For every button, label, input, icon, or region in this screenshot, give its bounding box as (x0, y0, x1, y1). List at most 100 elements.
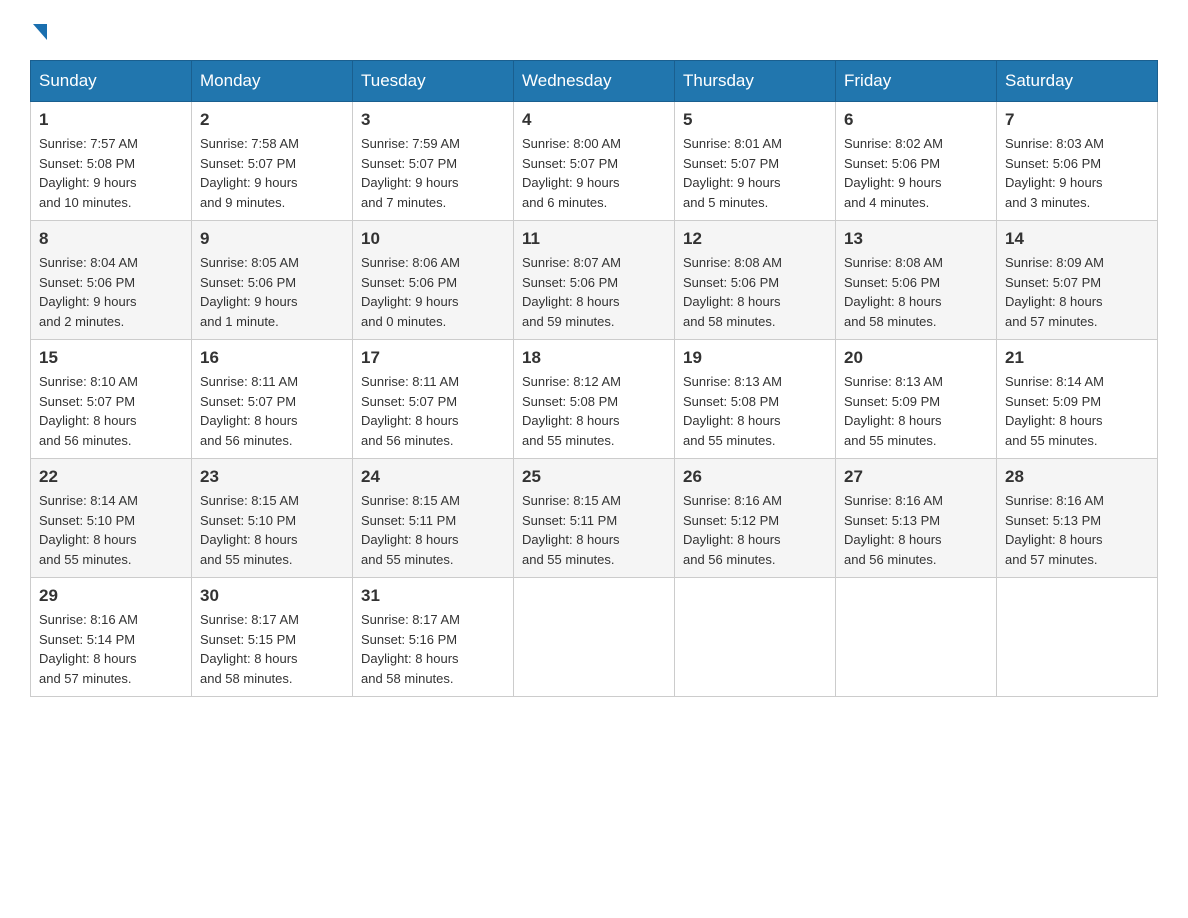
day-cell: 14 Sunrise: 8:09 AM Sunset: 5:07 PM Dayli… (997, 221, 1158, 340)
logo-icon (30, 20, 47, 40)
day-cell: 7 Sunrise: 8:03 AM Sunset: 5:06 PM Daylig… (997, 102, 1158, 221)
day-info: Sunrise: 8:04 AM Sunset: 5:06 PM Dayligh… (39, 253, 183, 331)
day-number: 22 (39, 467, 183, 487)
day-number: 30 (200, 586, 344, 606)
day-info: Sunrise: 8:16 AM Sunset: 5:13 PM Dayligh… (844, 491, 988, 569)
day-info: Sunrise: 8:03 AM Sunset: 5:06 PM Dayligh… (1005, 134, 1149, 212)
day-cell: 3Sunrise: 7:59 AM Sunset: 5:07 PM Daylig… (353, 102, 514, 221)
day-number: 10 (361, 229, 505, 249)
day-info: Sunrise: 8:16 AM Sunset: 5:13 PM Dayligh… (1005, 491, 1149, 569)
day-info: Sunrise: 8:02 AM Sunset: 5:06 PM Dayligh… (844, 134, 988, 212)
header-day-tuesday: Tuesday (353, 61, 514, 102)
day-info: Sunrise: 8:08 AM Sunset: 5:06 PM Dayligh… (844, 253, 988, 331)
day-info: Sunrise: 8:11 AM Sunset: 5:07 PM Dayligh… (200, 372, 344, 450)
day-cell: 11 Sunrise: 8:07 AM Sunset: 5:06 PM Dayli… (514, 221, 675, 340)
day-cell (514, 578, 675, 697)
day-info: Sunrise: 8:14 AM Sunset: 5:09 PM Dayligh… (1005, 372, 1149, 450)
day-cell: 25 Sunrise: 8:15 AM Sunset: 5:11 PM Dayli… (514, 459, 675, 578)
day-cell (997, 578, 1158, 697)
day-number: 12 (683, 229, 827, 249)
day-info: Sunrise: 8:09 AM Sunset: 5:07 PM Dayligh… (1005, 253, 1149, 331)
calendar-table: SundayMondayTuesdayWednesdayThursdayFrid… (30, 60, 1158, 697)
day-number: 25 (522, 467, 666, 487)
day-cell: 20Sunrise: 8:13 AM Sunset: 5:09 PM Dayli… (836, 340, 997, 459)
day-cell: 15 Sunrise: 8:10 AM Sunset: 5:07 PM Dayli… (31, 340, 192, 459)
day-number: 6 (844, 110, 988, 130)
week-row-4: 22 Sunrise: 8:14 AM Sunset: 5:10 PM Dayli… (31, 459, 1158, 578)
day-info: Sunrise: 8:14 AM Sunset: 5:10 PM Dayligh… (39, 491, 183, 569)
day-number: 3 (361, 110, 505, 130)
day-number: 14 (1005, 229, 1149, 249)
calendar-body: 1Sunrise: 7:57 AM Sunset: 5:08 PM Daylig… (31, 102, 1158, 697)
day-info: Sunrise: 8:17 AM Sunset: 5:15 PM Dayligh… (200, 610, 344, 688)
day-info: Sunrise: 8:00 AM Sunset: 5:07 PM Dayligh… (522, 134, 666, 212)
day-info: Sunrise: 8:16 AM Sunset: 5:12 PM Dayligh… (683, 491, 827, 569)
day-cell: 2Sunrise: 7:58 AM Sunset: 5:07 PM Daylig… (192, 102, 353, 221)
day-number: 23 (200, 467, 344, 487)
day-number: 15 (39, 348, 183, 368)
day-info: Sunrise: 8:15 AM Sunset: 5:11 PM Dayligh… (522, 491, 666, 569)
day-number: 27 (844, 467, 988, 487)
day-info: Sunrise: 8:01 AM Sunset: 5:07 PM Dayligh… (683, 134, 827, 212)
day-cell: 5Sunrise: 8:01 AM Sunset: 5:07 PM Daylig… (675, 102, 836, 221)
day-cell: 18 Sunrise: 8:12 AM Sunset: 5:08 PM Dayli… (514, 340, 675, 459)
header-day-friday: Friday (836, 61, 997, 102)
day-info: Sunrise: 8:17 AM Sunset: 5:16 PM Dayligh… (361, 610, 505, 688)
header-day-monday: Monday (192, 61, 353, 102)
day-cell: 23 Sunrise: 8:15 AM Sunset: 5:10 PM Dayli… (192, 459, 353, 578)
day-info: Sunrise: 8:15 AM Sunset: 5:11 PM Dayligh… (361, 491, 505, 569)
day-number: 28 (1005, 467, 1149, 487)
day-info: Sunrise: 8:10 AM Sunset: 5:07 PM Dayligh… (39, 372, 183, 450)
day-cell: 10 Sunrise: 8:06 AM Sunset: 5:06 PM Dayli… (353, 221, 514, 340)
header-day-thursday: Thursday (675, 61, 836, 102)
day-cell: 9 Sunrise: 8:05 AM Sunset: 5:06 PM Daylig… (192, 221, 353, 340)
day-cell: 19 Sunrise: 8:13 AM Sunset: 5:08 PM Dayli… (675, 340, 836, 459)
day-info: Sunrise: 8:13 AM Sunset: 5:08 PM Dayligh… (683, 372, 827, 450)
day-info: Sunrise: 8:13 AM Sunset: 5:09 PM Dayligh… (844, 372, 988, 450)
day-number: 13 (844, 229, 988, 249)
week-row-3: 15 Sunrise: 8:10 AM Sunset: 5:07 PM Dayli… (31, 340, 1158, 459)
day-number: 29 (39, 586, 183, 606)
day-info: Sunrise: 8:05 AM Sunset: 5:06 PM Dayligh… (200, 253, 344, 331)
day-cell: 1Sunrise: 7:57 AM Sunset: 5:08 PM Daylig… (31, 102, 192, 221)
day-number: 9 (200, 229, 344, 249)
day-number: 19 (683, 348, 827, 368)
day-cell (675, 578, 836, 697)
day-info: Sunrise: 8:06 AM Sunset: 5:06 PM Dayligh… (361, 253, 505, 331)
day-number: 11 (522, 229, 666, 249)
page-header (30, 20, 1158, 40)
day-number: 18 (522, 348, 666, 368)
day-number: 31 (361, 586, 505, 606)
day-cell (836, 578, 997, 697)
day-info: Sunrise: 8:07 AM Sunset: 5:06 PM Dayligh… (522, 253, 666, 331)
week-row-2: 8 Sunrise: 8:04 AM Sunset: 5:06 PM Daylig… (31, 221, 1158, 340)
week-row-1: 1Sunrise: 7:57 AM Sunset: 5:08 PM Daylig… (31, 102, 1158, 221)
day-info: Sunrise: 8:15 AM Sunset: 5:10 PM Dayligh… (200, 491, 344, 569)
day-number: 21 (1005, 348, 1149, 368)
header-day-saturday: Saturday (997, 61, 1158, 102)
logo-arrow-icon (33, 24, 47, 40)
header-day-wednesday: Wednesday (514, 61, 675, 102)
day-number: 7 (1005, 110, 1149, 130)
day-number: 8 (39, 229, 183, 249)
day-cell: 12Sunrise: 8:08 AM Sunset: 5:06 PM Dayli… (675, 221, 836, 340)
day-cell: 30 Sunrise: 8:17 AM Sunset: 5:15 PM Dayli… (192, 578, 353, 697)
day-cell: 28 Sunrise: 8:16 AM Sunset: 5:13 PM Dayli… (997, 459, 1158, 578)
calendar-header: SundayMondayTuesdayWednesdayThursdayFrid… (31, 61, 1158, 102)
day-cell: 31 Sunrise: 8:17 AM Sunset: 5:16 PM Dayli… (353, 578, 514, 697)
day-info: Sunrise: 7:57 AM Sunset: 5:08 PM Dayligh… (39, 134, 183, 212)
day-cell: 22 Sunrise: 8:14 AM Sunset: 5:10 PM Dayli… (31, 459, 192, 578)
day-number: 24 (361, 467, 505, 487)
day-number: 26 (683, 467, 827, 487)
day-cell: 24 Sunrise: 8:15 AM Sunset: 5:11 PM Dayli… (353, 459, 514, 578)
day-cell: 21 Sunrise: 8:14 AM Sunset: 5:09 PM Dayli… (997, 340, 1158, 459)
day-cell: 29 Sunrise: 8:16 AM Sunset: 5:14 PM Dayli… (31, 578, 192, 697)
day-cell: 16Sunrise: 8:11 AM Sunset: 5:07 PM Dayli… (192, 340, 353, 459)
day-cell: 8 Sunrise: 8:04 AM Sunset: 5:06 PM Daylig… (31, 221, 192, 340)
day-number: 17 (361, 348, 505, 368)
day-info: Sunrise: 7:58 AM Sunset: 5:07 PM Dayligh… (200, 134, 344, 212)
day-cell: 17Sunrise: 8:11 AM Sunset: 5:07 PM Dayli… (353, 340, 514, 459)
week-row-5: 29 Sunrise: 8:16 AM Sunset: 5:14 PM Dayli… (31, 578, 1158, 697)
day-info: Sunrise: 8:16 AM Sunset: 5:14 PM Dayligh… (39, 610, 183, 688)
day-info: Sunrise: 8:12 AM Sunset: 5:08 PM Dayligh… (522, 372, 666, 450)
